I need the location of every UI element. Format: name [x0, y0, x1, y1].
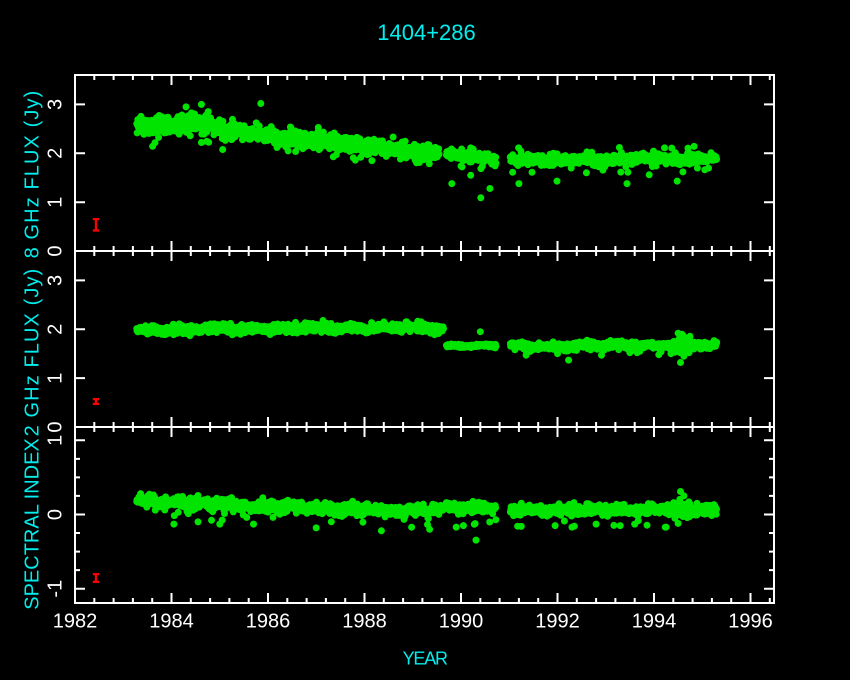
svg-text:2: 2 [45, 148, 67, 159]
svg-text:1986: 1986 [246, 611, 291, 633]
svg-text:2: 2 [45, 324, 67, 335]
svg-text:1404+286: 1404+286 [377, 20, 476, 45]
svg-text:1992: 1992 [535, 611, 580, 633]
svg-text:0: 0 [45, 421, 67, 432]
svg-text:1: 1 [45, 435, 67, 446]
svg-text:1984: 1984 [149, 611, 194, 633]
svg-text:3: 3 [45, 99, 67, 110]
svg-text:0: 0 [45, 509, 67, 520]
svg-text:1: 1 [45, 373, 67, 384]
svg-text:1: 1 [45, 197, 67, 208]
svg-text:8 GHz FLUX (Jy): 8 GHz FLUX (Jy) [22, 90, 44, 259]
svg-text:YEAR: YEAR [403, 649, 448, 669]
svg-text:1982: 1982 [53, 611, 98, 633]
svg-text:1994: 1994 [632, 611, 677, 633]
svg-text:1996: 1996 [728, 611, 773, 633]
svg-text:2 GHz FLUX (Jy): 2 GHz FLUX (Jy) [22, 268, 44, 437]
svg-text:-1: -1 [45, 580, 67, 598]
svg-text:SPECTRAL INDEX: SPECTRAL INDEX [22, 438, 44, 610]
svg-text:1990: 1990 [439, 611, 484, 633]
svg-text:3: 3 [45, 275, 67, 286]
svg-text:0: 0 [45, 245, 67, 256]
svg-text:1988: 1988 [342, 611, 387, 633]
